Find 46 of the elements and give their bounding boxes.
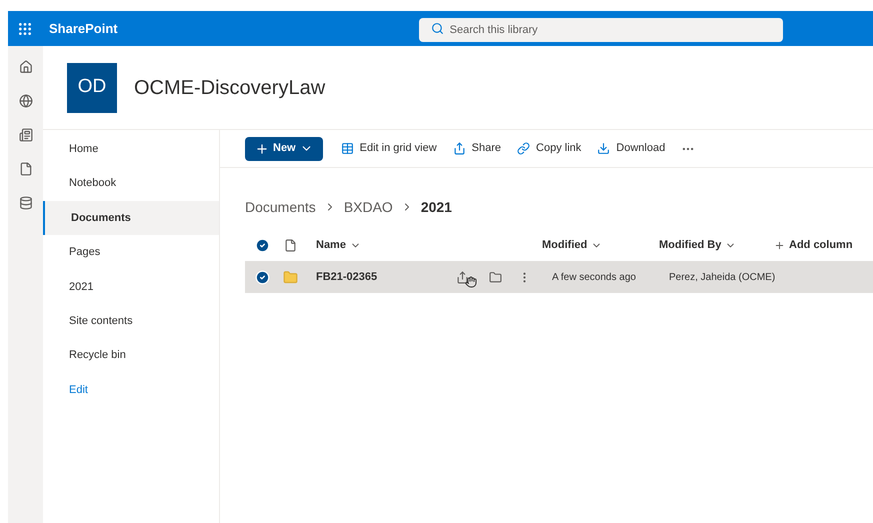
nav-item[interactable]: Site contents xyxy=(43,304,219,338)
nav-item[interactable]: Home xyxy=(43,132,219,166)
app-launcher-icon[interactable] xyxy=(17,20,33,36)
table-cell-text: A few seconds ago xyxy=(552,270,637,284)
toolbar-button[interactable]: Share xyxy=(452,140,502,157)
breadcrumb-item: 2021 xyxy=(420,198,452,216)
column-header[interactable]: Modified xyxy=(542,236,659,254)
toolbar-button[interactable]: Edit in grid view xyxy=(340,140,437,157)
search-icon xyxy=(430,22,444,34)
pointer-icon xyxy=(465,276,477,288)
table-cell-text: Perez, Jaheida (OCME) xyxy=(669,270,776,284)
nav-item[interactable]: 2021 xyxy=(43,270,219,304)
share-icon[interactable] xyxy=(456,270,469,284)
search-field[interactable]: Search this library xyxy=(418,18,783,42)
add-column-button[interactable]: Add column xyxy=(774,236,853,254)
nav-item[interactable]: Pages xyxy=(43,235,219,270)
row-checkbox[interactable] xyxy=(255,270,270,284)
column-header[interactable]: Name xyxy=(316,236,542,254)
breadcrumb-item[interactable]: BXDAO xyxy=(344,196,393,218)
plus-icon xyxy=(255,142,269,156)
edit-link[interactable]: Edit xyxy=(43,372,219,408)
new-button[interactable]: New xyxy=(245,136,323,160)
file-icon[interactable] xyxy=(18,162,32,176)
nav-item[interactable]: Documents xyxy=(43,200,219,236)
breadcrumb-item[interactable]: Documents xyxy=(245,196,316,218)
link-icon xyxy=(517,142,530,155)
column-header[interactable]: Modified By xyxy=(659,236,774,254)
news-icon[interactable] xyxy=(18,128,32,142)
plus-icon xyxy=(774,240,785,250)
grid-icon xyxy=(340,142,354,155)
app-title[interactable]: SharePoint xyxy=(49,18,118,38)
download-icon xyxy=(597,142,610,155)
share-icon xyxy=(452,142,466,155)
folder-icon xyxy=(283,270,298,284)
toolbar-button[interactable]: Download xyxy=(597,140,666,157)
nav-item[interactable]: Notebook xyxy=(43,166,219,201)
toolbar-button[interactable]: Copy link xyxy=(517,140,582,157)
site-title: OCME-DiscoveryLaw xyxy=(134,76,326,100)
table-row[interactable]: FB21-02365 A few seconds ago Perez, Jaheida (OCME) xyxy=(245,261,873,293)
file-type-icon xyxy=(284,238,297,252)
table-cell[interactable]: FB21-02365 xyxy=(316,268,456,286)
globe-icon[interactable] xyxy=(18,94,32,108)
home-icon[interactable] xyxy=(18,60,32,74)
select-all-checkbox[interactable] xyxy=(255,238,270,252)
site-logo: OD xyxy=(67,62,117,112)
nav-item[interactable]: Recycle bin xyxy=(43,338,219,373)
